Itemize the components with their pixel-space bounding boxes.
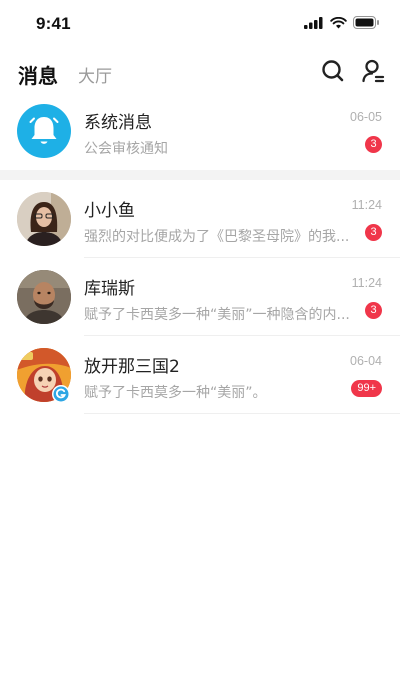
item-preview: 公会审核通知: [84, 141, 168, 157]
user-icon[interactable]: [360, 58, 386, 84]
item-time: 06-04: [350, 354, 382, 368]
status-bar: 9:41: [0, 0, 400, 48]
item-preview: 赋予了卡西莫多一种“美丽”一种隐含的内...: [84, 307, 350, 323]
row-divider: [84, 413, 400, 414]
tab-messages[interactable]: 消息: [18, 60, 58, 89]
battery-icon: [353, 16, 379, 29]
item-name: 系统消息: [84, 113, 152, 133]
item-preview: 强烈的对比便成为了《巴黎圣母院》的我...: [84, 229, 350, 245]
list-item[interactable]: 小小鱼 强烈的对比便成为了《巴黎圣母院》的我... 11:24 3: [0, 180, 400, 258]
list-item[interactable]: 放开那三国2 赋予了卡西莫多一种“美丽”。 06-04 99+: [0, 336, 400, 414]
tab-lobby[interactable]: 大厅: [78, 62, 112, 87]
list-item-system[interactable]: 系统消息 公会审核通知 06-05 3: [0, 92, 400, 170]
section-divider: [0, 170, 400, 180]
item-time: 11:24: [351, 198, 382, 212]
avatar: [17, 192, 71, 246]
item-name: 小小鱼: [84, 201, 135, 221]
status-icons: [304, 16, 380, 29]
item-name: 库瑞斯: [84, 279, 135, 299]
avatar: [17, 270, 71, 324]
unread-badge: 3: [365, 136, 382, 153]
bell-icon: [17, 104, 71, 158]
item-name: 放开那三国2: [84, 357, 180, 377]
search-icon[interactable]: [320, 58, 346, 84]
g-badge-icon: [52, 385, 70, 403]
header: 消息 大厅: [0, 52, 400, 92]
unread-badge: 3: [365, 224, 382, 241]
item-time: 11:24: [351, 276, 382, 290]
unread-badge: 3: [365, 302, 382, 319]
wifi-icon: [330, 16, 347, 28]
item-time: 06-05: [350, 110, 382, 124]
item-preview: 赋予了卡西莫多一种“美丽”。: [84, 385, 267, 401]
cellular-signal-icon: [304, 16, 323, 29]
status-time: 9:41: [36, 14, 71, 33]
list-item[interactable]: 库瑞斯 赋予了卡西莫多一种“美丽”一种隐含的内... 11:24 3: [0, 258, 400, 336]
unread-badge: 99+: [351, 380, 382, 397]
